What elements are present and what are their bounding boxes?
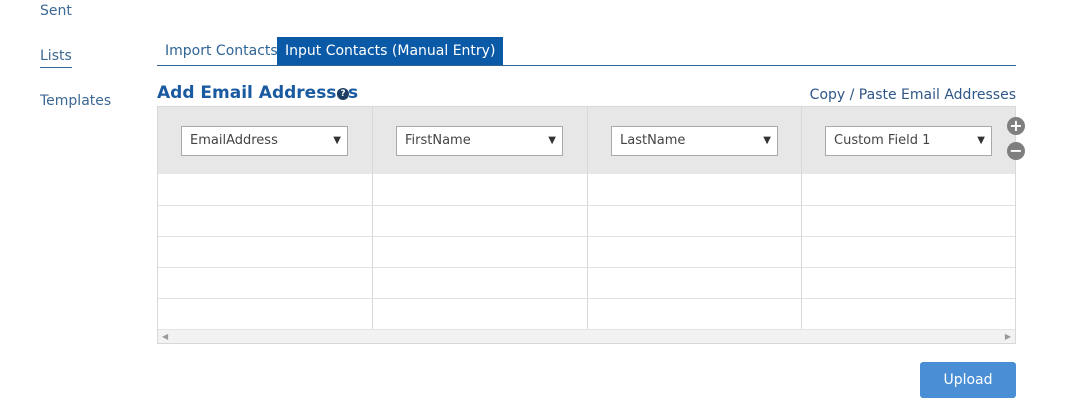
column-select-2[interactable]: FirstName ▼ [396,126,563,156]
column-select-2-value: FirstName [405,133,471,148]
column-select-1[interactable]: EmailAddress ▼ [181,126,348,156]
column-select-4-value: Custom Field 1 [834,133,931,148]
chevron-down-icon: ▼ [977,135,985,146]
sidebar-item-sent[interactable]: Sent [40,3,72,19]
row-divider [158,298,1015,299]
tab-bar: Import Contacts Input Contacts (Manual E… [157,37,1016,66]
scroll-left-icon[interactable]: ◀ [162,332,168,341]
column-divider [801,107,802,329]
section-title: Add Email Addresses [157,83,359,103]
copy-paste-link[interactable]: Copy / Paste Email Addresses [810,87,1016,103]
contacts-grid: EmailAddress ▼ FirstName ▼ LastName ▼ Cu… [157,106,1016,344]
tab-import-contacts[interactable]: Import Contacts [157,37,286,65]
column-select-4[interactable]: Custom Field 1 ▼ [825,126,992,156]
row-divider [158,205,1015,206]
sidebar-item-lists[interactable]: Lists [40,48,72,68]
chevron-down-icon: ▼ [548,135,556,146]
column-divider [372,107,373,329]
chevron-down-icon: ▼ [763,135,771,146]
upload-button[interactable]: Upload [920,362,1016,398]
help-icon[interactable]: ? [337,88,349,100]
column-select-3-value: LastName [620,133,686,148]
column-divider [587,107,588,329]
add-column-icon[interactable]: + [1007,117,1025,135]
row-divider [158,236,1015,237]
chevron-down-icon: ▼ [333,135,341,146]
scroll-right-icon[interactable]: ▶ [1005,332,1011,341]
row-divider [158,267,1015,268]
column-select-1-value: EmailAddress [190,133,278,148]
tab-input-contacts-manual[interactable]: Input Contacts (Manual Entry) [277,37,504,65]
horizontal-scrollbar[interactable]: ◀ ▶ [158,329,1015,343]
sidebar-item-templates[interactable]: Templates [40,93,111,109]
remove-column-icon[interactable]: − [1007,142,1025,160]
column-select-3[interactable]: LastName ▼ [611,126,778,156]
